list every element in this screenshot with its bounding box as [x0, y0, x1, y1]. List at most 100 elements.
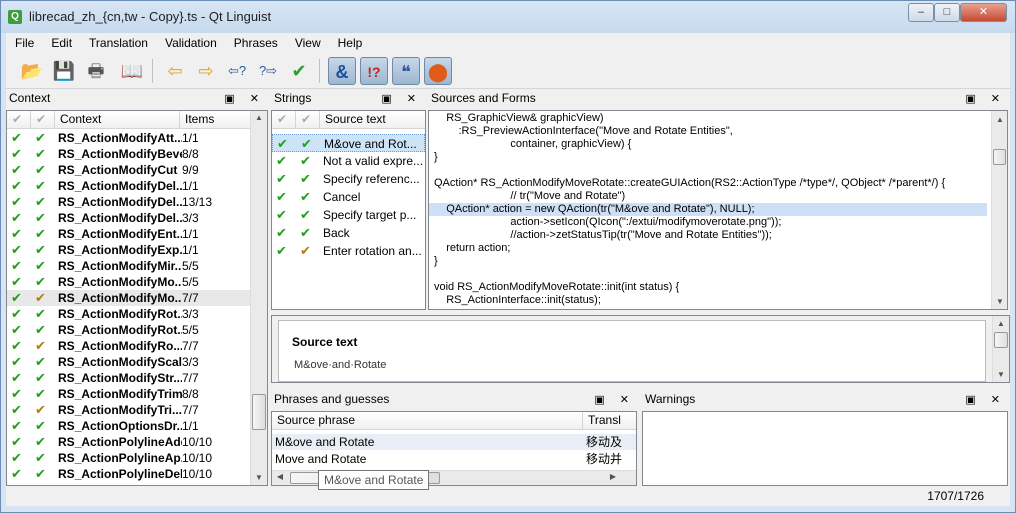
done-next-icon[interactable]: ✔	[285, 57, 313, 85]
context-row[interactable]: ✔ ✔ RS_ActionModifyRot... 3/3	[7, 306, 250, 322]
done-check-icon[interactable]: ✔	[277, 135, 293, 153]
done-check-icon[interactable]: ✔	[276, 152, 292, 170]
scroll-up-icon[interactable]: ▲	[992, 115, 1007, 124]
accepted-check-icon[interactable]: ✔	[35, 130, 51, 146]
context-row[interactable]: ✔ ✔ RS_ActionModifyAtt... 1/1	[7, 130, 250, 146]
accepted-check-icon[interactable]: ✔	[35, 354, 51, 370]
done-check-icon[interactable]: ✔	[276, 242, 292, 260]
done-check-icon[interactable]: ✔	[11, 258, 27, 274]
strings-table[interactable]: ✔ ✔ Source text ✔ ✔ M&ove and Rot... ✔ ✔ Not …	[271, 110, 426, 310]
menu-file[interactable]: File	[6, 33, 42, 50]
phrasebook-icon[interactable]: 📖	[118, 57, 146, 85]
context-row[interactable]: ✔ ✔ RS_ActionOptionsDr... 1/1	[7, 418, 250, 434]
scroll-up-icon[interactable]: ▲	[993, 319, 1009, 328]
accepted-check-icon[interactable]: ✔	[300, 224, 316, 242]
phrase-row[interactable]: M&ove and Rotate 移动及	[272, 434, 636, 450]
dock-buttons[interactable]: ▣ ✕	[594, 391, 635, 409]
header-translation[interactable]: Transl	[583, 412, 636, 430]
menu-validation[interactable]: Validation	[156, 33, 225, 50]
done-check-icon[interactable]: ✔	[276, 206, 292, 224]
context-row[interactable]: ✔ ✔ RS_ActionModifyRo... 7/7	[7, 338, 250, 354]
context-row[interactable]: ✔ ✔ RS_ActionModifyMo... 5/5	[7, 274, 250, 290]
accepted-check-icon[interactable]: ✔	[300, 206, 316, 224]
string-row[interactable]: ✔ ✔ Specify target p...	[272, 206, 425, 224]
done-check-icon[interactable]: ✔	[11, 434, 27, 450]
context-row[interactable]: ✔ ✔ RS_ActionModifyCut 9/9	[7, 162, 250, 178]
menu-translation[interactable]: Translation	[80, 33, 156, 50]
string-row[interactable]: ✔ ✔ M&ove and Rot...	[272, 134, 425, 152]
accepted-check-icon[interactable]: ✔	[35, 178, 51, 194]
done-check-icon[interactable]: ✔	[11, 146, 27, 162]
scroll-down-icon[interactable]: ▼	[251, 473, 267, 482]
minimize-button[interactable]: –	[908, 3, 934, 22]
context-row[interactable]: ✔ ✔ RS_ActionModifyTri... 7/7	[7, 402, 250, 418]
done-check-icon[interactable]: ✔	[276, 170, 292, 188]
dock-buttons[interactable]: ▣ ✕	[965, 90, 1006, 108]
scroll-thumb[interactable]	[994, 332, 1008, 348]
phrase-match-check-icon[interactable]: ❝	[392, 57, 420, 85]
string-row[interactable]: ✔ ✔ Enter rotation an...	[272, 242, 425, 260]
done-check-icon[interactable]: ✔	[11, 386, 27, 402]
header-source-phrase[interactable]: Source phrase	[272, 412, 583, 430]
accepted-check-icon[interactable]: ✔	[35, 274, 51, 290]
prev-unfinished-icon[interactable]: ⇦?	[223, 57, 251, 85]
done-check-icon[interactable]: ✔	[11, 322, 27, 338]
open-icon[interactable]: 📂	[18, 57, 46, 85]
warnings-list[interactable]	[642, 411, 1008, 486]
context-row[interactable]: ✔ ✔ RS_ActionModifyTrim 8/8	[7, 386, 250, 402]
done-check-icon[interactable]: ✔	[11, 338, 27, 354]
accepted-check-icon[interactable]: ✔	[35, 418, 51, 434]
string-row[interactable]: ✔ ✔ Cancel	[272, 188, 425, 206]
accepted-check-icon[interactable]: ✔	[301, 135, 317, 153]
warning-check-icon[interactable]: ✔	[35, 338, 51, 354]
context-row[interactable]: ✔ ✔ RS_ActionModifyEnt... 1/1	[7, 226, 250, 242]
done-check-icon[interactable]: ✔	[11, 306, 27, 322]
done-check-icon[interactable]: ✔	[11, 130, 27, 146]
header-source-text[interactable]: Source text	[320, 111, 425, 129]
context-row[interactable]: ✔ ✔ RS_ActionModifyStr... 7/7	[7, 370, 250, 386]
accepted-check-icon[interactable]: ✔	[35, 466, 51, 482]
next-icon[interactable]: ⇨	[192, 57, 220, 85]
done-check-icon[interactable]: ✔	[11, 178, 27, 194]
context-row[interactable]: ✔ ✔ RS_ActionModifyDel... 1/1	[7, 178, 250, 194]
accepted-check-icon[interactable]: ✔	[35, 322, 51, 338]
context-table[interactable]: ✔ ✔ Context Items ✔ ✔ RS_ActionModifyAtt..…	[6, 110, 268, 486]
accepted-check-icon[interactable]: ✔	[300, 152, 316, 170]
menu-phrases[interactable]: Phrases	[225, 33, 286, 50]
close-button[interactable]: ✕	[960, 3, 1007, 22]
phrase-row[interactable]: Move and Rotate 移动并	[272, 451, 636, 467]
accepted-check-icon[interactable]: ✔	[35, 386, 51, 402]
accepted-check-icon[interactable]: ✔	[35, 210, 51, 226]
done-check-icon[interactable]: ✔	[276, 224, 292, 242]
scroll-down-icon[interactable]: ▼	[992, 297, 1007, 306]
done-check-icon[interactable]: ✔	[11, 370, 27, 386]
accepted-check-icon[interactable]: ✔	[35, 242, 51, 258]
editor-scrollbar[interactable]: ▲ ▼	[992, 316, 1009, 382]
done-check-icon[interactable]: ✔	[11, 290, 27, 306]
context-row[interactable]: ✔ ✔ RS_ActionPolylineDel 10/10	[7, 466, 250, 482]
source-code-view[interactable]: RS_GraphicView& graphicView) :RS_Preview…	[428, 110, 1008, 310]
print-icon[interactable]: 🖶	[82, 57, 110, 85]
context-row[interactable]: ✔ ✔ RS_ActionModifyMir... 5/5	[7, 258, 250, 274]
context-row[interactable]: ✔ ✔ RS_ActionModifyMo... 7/7	[7, 290, 250, 306]
scroll-right-icon[interactable]: ▶	[605, 472, 621, 481]
context-scrollbar[interactable]: ▲ ▼	[250, 111, 267, 485]
dock-buttons[interactable]: ▣ ✕	[224, 90, 265, 108]
done-check-icon[interactable]: ✔	[11, 210, 27, 226]
context-row[interactable]: ✔ ✔ RS_ActionPolylineAp... 10/10	[7, 450, 250, 466]
done-check-icon[interactable]: ✔	[11, 162, 27, 178]
done-check-icon[interactable]: ✔	[11, 450, 27, 466]
accepted-check-icon[interactable]: ✔	[35, 306, 51, 322]
context-row[interactable]: ✔ ✔ RS_ActionModifyExp... 1/1	[7, 242, 250, 258]
done-check-icon[interactable]: ✔	[11, 402, 27, 418]
prev-icon[interactable]: ⇦	[161, 57, 189, 85]
warning-check-icon[interactable]: ✔	[300, 242, 316, 260]
accepted-check-icon[interactable]: ✔	[300, 170, 316, 188]
sources-scrollbar[interactable]: ▲ ▼	[991, 111, 1007, 309]
menu-edit[interactable]: Edit	[42, 33, 80, 50]
context-row[interactable]: ✔ ✔ RS_ActionModifyBeve 8/8	[7, 146, 250, 162]
scroll-thumb[interactable]	[252, 394, 266, 430]
accepted-check-icon[interactable]: ✔	[35, 162, 51, 178]
done-check-icon[interactable]: ✔	[11, 274, 27, 290]
done-check-icon[interactable]: ✔	[276, 188, 292, 206]
